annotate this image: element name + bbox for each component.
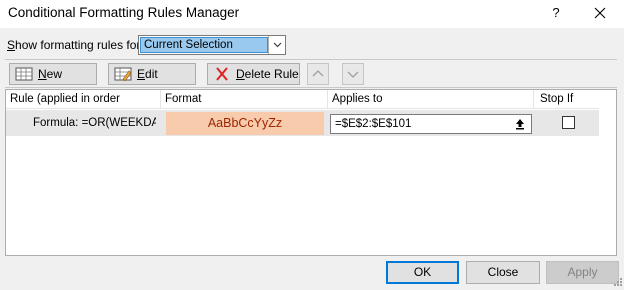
close-button[interactable]: Close <box>466 261 540 284</box>
format-preview: AaBbCcYyZz <box>166 112 324 135</box>
close-window-button[interactable] <box>588 2 612 24</box>
collapse-range-icon <box>516 119 524 130</box>
delete-rule-button[interactable]: Delete Rule <box>207 63 300 85</box>
ok-button[interactable]: OK <box>386 261 459 284</box>
column-header-applies-to[interactable]: Applies to <box>328 90 534 109</box>
title-bar: Conditional Formatting Rules Manager ? <box>0 0 624 28</box>
help-button[interactable]: ? <box>545 2 567 24</box>
move-down-icon <box>347 71 359 78</box>
rule-description: Formula: =OR(WEEKDA... <box>33 117 156 129</box>
window-title: Conditional Formatting Rules Manager <box>8 5 240 20</box>
resize-grip-icon[interactable] <box>611 275 623 287</box>
move-up-button[interactable] <box>307 63 329 85</box>
show-rules-selected: Current Selection <box>140 37 268 53</box>
show-rules-dropdown[interactable]: Current Selection <box>138 35 286 55</box>
delete-icon <box>213 66 231 82</box>
new-rule-button[interactable]: New Rule... <box>9 63 97 101</box>
edit-rule-icon <box>114 66 132 82</box>
column-header-stop-if-true[interactable]: Stop If True <box>534 90 599 124</box>
edit-rule-button[interactable]: Edit Rule... <box>108 63 196 101</box>
move-down-button[interactable] <box>342 63 364 85</box>
applies-to-field[interactable]: =$E$2:$E$101 <box>330 114 532 134</box>
show-rules-label: Show formatting rules for: <box>7 38 144 52</box>
rules-toolbar: New Rule... Edit Rule... Delete Rule <box>5 59 617 101</box>
help-icon: ? <box>552 5 560 20</box>
close-icon <box>594 7 606 19</box>
applies-to-value: =$E$2:$E$101 <box>335 118 412 130</box>
new-rule-icon <box>15 66 33 82</box>
column-header-rule[interactable]: Rule (applied in order shown) <box>6 90 161 124</box>
column-header-format[interactable]: Format <box>161 90 328 109</box>
move-up-icon <box>312 70 324 77</box>
apply-button[interactable]: Apply <box>546 261 619 284</box>
rules-list: Rule (applied in order shown) Format App… <box>5 89 617 256</box>
collapse-range-button[interactable] <box>510 116 530 132</box>
stop-if-true-checkbox[interactable] <box>562 116 575 129</box>
rules-list-header: Rule (applied in order shown) Format App… <box>6 90 616 124</box>
dropdown-arrow-icon[interactable] <box>268 36 285 54</box>
vertical-scrollbar[interactable] <box>599 90 616 255</box>
table-row[interactable]: Formula: =OR(WEEKDA... AaBbCcYyZz =$E$2:… <box>6 110 599 136</box>
